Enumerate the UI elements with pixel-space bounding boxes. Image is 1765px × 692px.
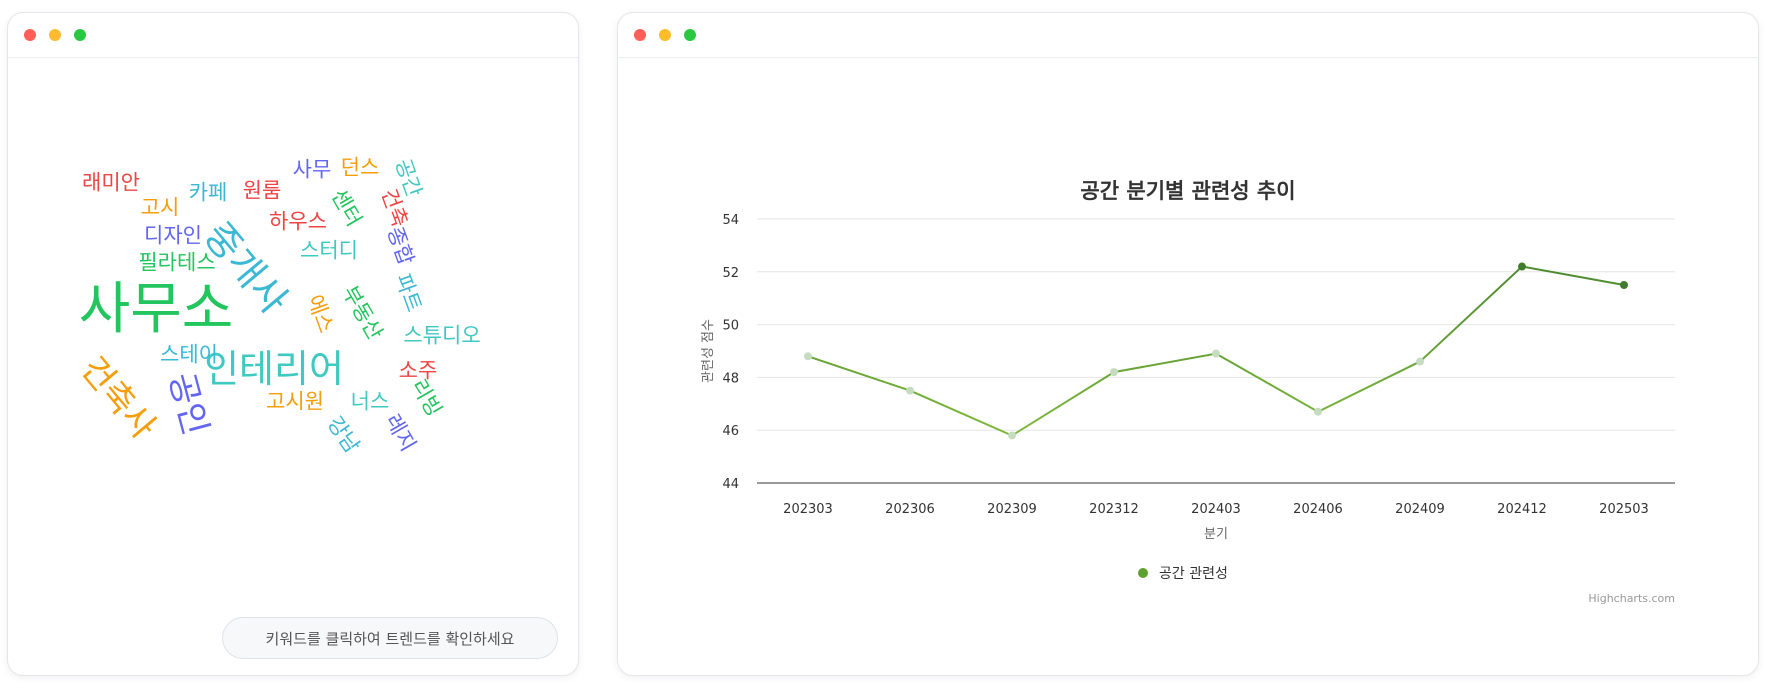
chart-window: 공간 분기별 관련성 추이 관련성 점수 분기 공간 관련성 Highchart… [617, 12, 1759, 676]
minimize-window-button[interactable] [49, 29, 61, 41]
x-tick-label: 202503 [1599, 502, 1649, 517]
data-point[interactable] [1212, 349, 1220, 358]
x-tick-label: 202406 [1293, 502, 1343, 517]
legend-marker [1138, 568, 1148, 578]
credits-link[interactable]: Highcharts.com [1588, 592, 1675, 605]
wordcloud-window: 사무소 중개사 인테리어 건축사 공인 래미안 고시 카페 원룸 사무 던스 공간 디자인 하우스 센터 건축… [7, 12, 579, 676]
word-cloud-keyword[interactable]: 레지 [380, 410, 420, 455]
x-tick-label: 202303 [783, 502, 833, 517]
word-cloud-keyword[interactable]: 스튜디오 [403, 325, 480, 347]
word-cloud-keyword[interactable]: 하우스 [269, 211, 327, 233]
hint-text: 키워드를 클릭하여 트렌드를 확인하세요 [222, 617, 558, 659]
word-cloud-keyword[interactable]: 소주 [399, 360, 438, 382]
x-tick-label: 202409 [1395, 502, 1445, 517]
word-cloud-keyword[interactable]: 파트 [391, 271, 427, 316]
data-point[interactable] [804, 352, 812, 361]
y-axis-ticks: 44 46 48 50 52 54 [722, 213, 739, 492]
word-cloud-keyword[interactable]: 원룸 [243, 180, 282, 202]
word-cloud: 사무소 중개사 인테리어 건축사 공인 래미안 고시 카페 원룸 사무 던스 공간 디자인 하우스 센터 건축… [8, 58, 578, 618]
word-cloud-keyword[interactable]: 강남 [322, 412, 364, 457]
word-cloud-keyword[interactable]: 카페 [189, 182, 228, 204]
y-tick-label: 52 [722, 266, 739, 281]
y-axis-title: 관련성 점수 [701, 319, 716, 383]
grid-lines [757, 218, 1675, 431]
x-axis-ticks: 202303 202306 202309 202312 202403 202406 2024… [783, 502, 1649, 517]
word-cloud-keyword[interactable]: 스터디 [300, 240, 358, 262]
word-cloud-keyword[interactable]: 사무 [293, 159, 332, 181]
word-cloud-keyword[interactable]: 고시 [141, 197, 180, 219]
data-point[interactable] [1416, 357, 1424, 366]
x-tick-label: 202412 [1497, 502, 1547, 517]
data-point[interactable] [1008, 431, 1016, 440]
y-tick-label: 54 [722, 213, 739, 228]
chart-title: 공간 분기별 관련성 추이 [1080, 179, 1295, 203]
series-points [804, 262, 1628, 440]
word-cloud-keyword[interactable]: 부동산 [338, 282, 388, 344]
word-cloud-keyword[interactable]: 건축사 [73, 349, 164, 447]
word-cloud-keyword[interactable]: 리빙 [406, 375, 446, 420]
word-cloud-keyword[interactable]: 인테리어 [204, 350, 344, 388]
word-cloud-keyword[interactable]: 센터 [326, 185, 366, 230]
data-point[interactable] [1110, 368, 1118, 377]
y-tick-label: 50 [722, 319, 739, 334]
legend[interactable]: 공간 관련성 [1138, 566, 1228, 582]
x-tick-label: 202309 [987, 502, 1037, 517]
word-cloud-keyword[interactable]: 래미안 [82, 172, 140, 194]
word-cloud-keyword[interactable]: 스테이 [160, 344, 218, 366]
y-tick-label: 48 [722, 371, 739, 386]
word-cloud-keyword[interactable]: 종합 [383, 224, 419, 269]
word-cloud-keyword[interactable]: 사무소 [79, 282, 234, 338]
legend-item-label[interactable]: 공간 관련성 [1159, 566, 1228, 582]
data-point[interactable] [1620, 281, 1628, 289]
x-axis-title: 분기 [1204, 527, 1228, 542]
data-point[interactable] [1314, 407, 1322, 416]
word-cloud-keyword[interactable]: 디자인 [144, 225, 202, 247]
word-cloud-keyword[interactable]: 고시원 [266, 391, 324, 413]
y-tick-label: 44 [722, 477, 739, 492]
word-cloud-keyword[interactable]: 필라테스 [138, 252, 215, 274]
x-tick-label: 202306 [885, 502, 935, 517]
word-cloud-keyword[interactable]: 너스 [351, 391, 390, 413]
title-bar [8, 13, 578, 58]
y-tick-label: 46 [722, 424, 739, 439]
data-point[interactable] [906, 386, 914, 395]
x-tick-label: 202312 [1089, 502, 1139, 517]
data-point[interactable] [1518, 262, 1526, 271]
maximize-window-button[interactable] [74, 29, 86, 41]
close-window-button[interactable] [24, 29, 36, 41]
line-chart: 공간 분기별 관련성 추이 관련성 점수 분기 공간 관련성 Highchart… [701, 179, 1675, 605]
x-tick-label: 202403 [1191, 502, 1241, 517]
word-cloud-keyword[interactable]: 에스 [303, 292, 339, 337]
word-cloud-keyword[interactable]: 던스 [341, 157, 380, 179]
